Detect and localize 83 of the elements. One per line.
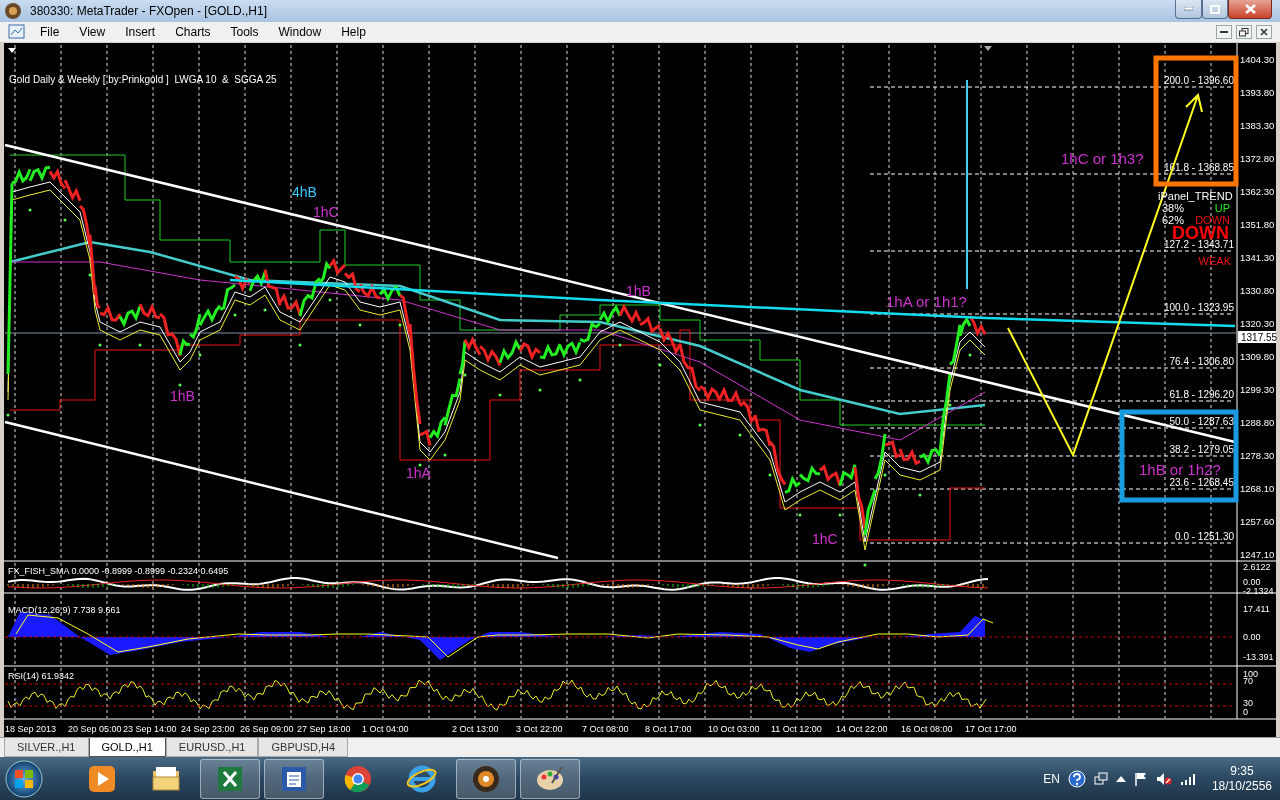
indicator-axis-label: 30 (1243, 698, 1253, 708)
price-axis-label: 1330.80 (1240, 285, 1275, 296)
time-axis-label: 20 Sep 05:00 (68, 724, 122, 734)
fib-level-label: 61.8 - 1296.20 (1169, 389, 1234, 400)
indicator-axis-label: -13.391 (1243, 652, 1274, 662)
window-title: 380330: MetaTrader - FXOpen - [GOLD.,H1] (30, 3, 267, 20)
time-axis-label: 3 Oct 22:00 (516, 724, 563, 734)
wave-label: 1hC (812, 531, 838, 547)
chart-tab[interactable]: EURUSD.,H1 (165, 738, 259, 757)
trend-percent: 62% (1162, 214, 1185, 226)
language-indicator[interactable]: EN (1043, 769, 1060, 788)
price-axis-label: 1404.30 (1240, 54, 1275, 65)
wave-label: 1hC or 1h3? (1061, 150, 1144, 167)
chart-tab[interactable]: GBPUSD,H4 (258, 738, 349, 757)
fib-level-label: 38.2 - 1279.05 (1169, 444, 1234, 455)
price-axis-label: 1257.60 (1240, 516, 1275, 527)
indicator-axis-label: 17.411 (1243, 604, 1270, 614)
fib-level-label: 100.0 - 1323.95 (1163, 302, 1234, 313)
price-axis-label: 1393.80 (1240, 87, 1275, 98)
chart-tab[interactable]: GOLD.,H1 (88, 738, 166, 757)
clock-date[interactable]: 18/10/2556 (1211, 778, 1272, 794)
time-axis-label: 18 Sep 2013 (5, 724, 57, 734)
wave-label: 1hB (626, 283, 651, 299)
trend-strength: WEAK (1198, 255, 1231, 267)
fib-level-label: 200.0 - 1396.60 (1163, 75, 1234, 86)
trend-direction: UP (1214, 202, 1230, 214)
trend-direction: DOWN (1195, 214, 1230, 226)
fib-level-label: 127.2 - 1343.71 (1163, 239, 1234, 250)
time-axis-label: 10 Oct 03:00 (708, 724, 760, 734)
indicator-label: RSI(14) 61.9342 (8, 671, 75, 681)
price-axis-label: 1341.30 (1240, 252, 1275, 263)
price-axis-label: 1247.10 (1240, 549, 1275, 560)
time-axis-label: 16 Oct 08:00 (901, 724, 953, 734)
menu-item[interactable]: View (69, 22, 116, 42)
price-axis-label: 1320.30 (1240, 318, 1275, 329)
menu-item[interactable]: Insert (115, 22, 166, 42)
price-axis-label: 1299.30 (1240, 384, 1275, 395)
indicator-axis-label: 0.00 (1243, 632, 1261, 642)
trend-percent: 38% (1162, 202, 1185, 214)
indicator-axis-label: 0 (1243, 707, 1248, 717)
time-axis-label: 17 Oct 17:00 (965, 724, 1017, 734)
indicator-axis-label: 2.6122 (1243, 562, 1271, 572)
wave-label: 1hA (406, 465, 431, 481)
price-axis-label: 1268.10 (1240, 483, 1275, 494)
fib-level-label: 76.4 - 1306.80 (1169, 356, 1234, 367)
price-axis-label: 1383.30 (1240, 120, 1275, 131)
fib-level-label: 23.6 - 1268.45 (1169, 477, 1234, 488)
current-price-label: 1317.55 (1238, 331, 1278, 343)
fib-level-label: 50.0 - 1287.63 (1169, 416, 1234, 427)
chart-title: Gold Daily & Weekly [ by:Prinkgold ] LWGA 10 & SGGA 25 (9, 74, 277, 85)
indicator-axis-label: 0.00 (1243, 577, 1261, 587)
wave-label: 1hB or 1h2? (1139, 461, 1221, 478)
time-axis-label: 24 Sep 23:00 (181, 724, 235, 734)
price-axis-label: 1372.80 (1240, 153, 1275, 164)
indicator-axis-label: -2.1324 (1243, 586, 1274, 596)
time-axis-label: 23 Sep 14:00 (123, 724, 177, 734)
price-axis-label: 1351.80 (1240, 219, 1275, 230)
menu-item[interactable]: Charts (165, 22, 221, 42)
price-axis-label: 1309.80 (1240, 351, 1275, 362)
time-axis-label: 27 Sep 18:00 (297, 724, 351, 734)
fib-level-label: 0.0 - 1251.30 (1175, 531, 1234, 542)
menu-item[interactable]: Help (331, 22, 376, 42)
wave-label: 1hC (313, 204, 339, 220)
time-axis-label: 1 Oct 04:00 (362, 724, 409, 734)
price-axis-label: 1278.30 (1240, 450, 1275, 461)
menu-item[interactable]: Tools (220, 22, 269, 42)
clock-time[interactable]: 9:35 (1230, 763, 1254, 779)
wave-label: 1hB (170, 388, 195, 404)
indicator-label: MACD(12,26,9) 7.738 9.661 (8, 605, 121, 615)
wave-label: 1hA or 1h1? (886, 293, 967, 310)
price-axis-label: 1288.80 (1240, 417, 1275, 428)
chart-tab[interactable]: SILVER.,H1 (4, 738, 89, 757)
time-axis-label: 26 Sep 09:00 (240, 724, 294, 734)
price-axis-label: 1362.30 (1240, 186, 1275, 197)
indicator-label: FX_FISH_SMA 0.0000 -0.8999 -0.8999 -0.2324 0.6495 (8, 566, 229, 576)
menu-item[interactable]: Window (268, 22, 332, 42)
time-axis-label: 14 Oct 22:00 (836, 724, 888, 734)
time-axis-label: 11 Oct 12:00 (771, 724, 822, 734)
time-axis-label: 2 Oct 13:00 (452, 724, 499, 734)
menu-item[interactable]: File (30, 22, 70, 42)
wave-label: 4hB (292, 184, 317, 200)
time-axis-label: 8 Oct 17:00 (645, 724, 692, 734)
time-axis-label: 7 Oct 08:00 (582, 724, 629, 734)
